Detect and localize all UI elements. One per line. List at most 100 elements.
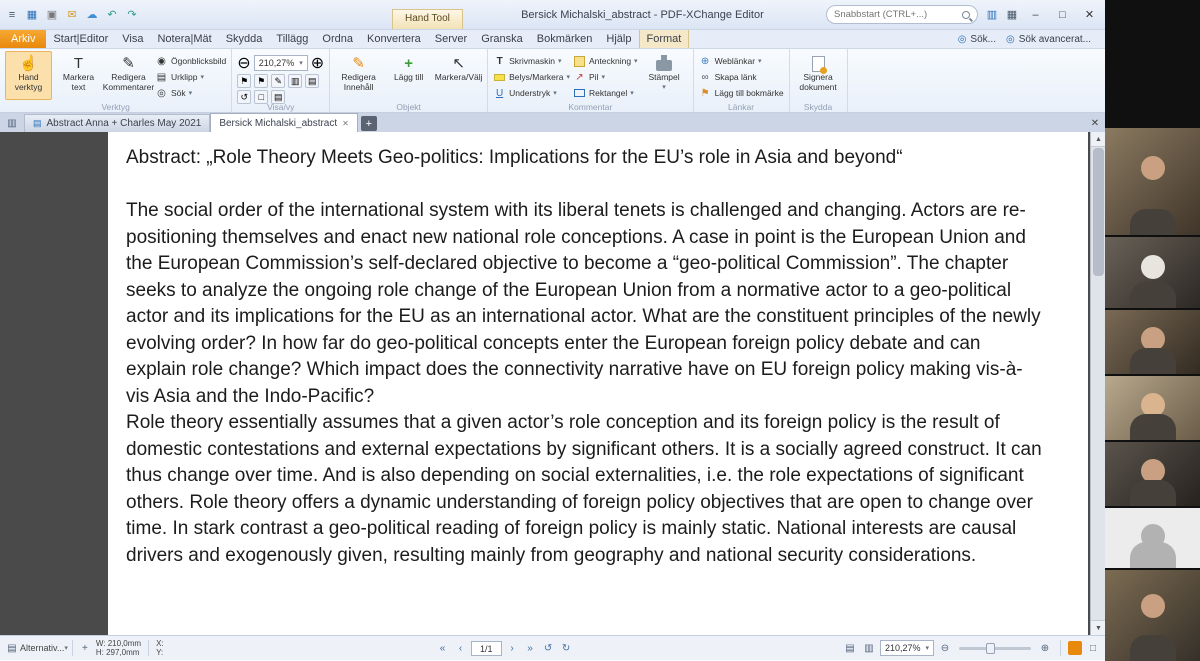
underline-button[interactable]: U Understryk ▾ [493, 86, 570, 100]
previous-view-button[interactable]: ↺ [541, 641, 556, 656]
menu-item-skydda[interactable]: Skydda [219, 30, 270, 48]
stamp-button[interactable]: Stämpel ▾ [641, 51, 688, 100]
last-page-button[interactable]: » [523, 641, 538, 656]
grid-icon[interactable]: ▦ [1003, 6, 1021, 24]
email-icon[interactable]: ✉ [63, 6, 81, 24]
close-button[interactable]: ✕ [1076, 4, 1103, 25]
menu-item-granska[interactable]: Granska [474, 30, 530, 48]
arrow-tool-button[interactable]: ↗ Pil ▾ [573, 70, 638, 84]
weblinks-button[interactable]: ⊕ Weblänkar ▾ [699, 54, 784, 68]
participant-avatar-placeholder[interactable] [1105, 508, 1200, 568]
menu-item-arkiv[interactable]: Arkiv [0, 30, 46, 48]
continuous-view-icon[interactable]: ▥ [861, 640, 877, 656]
zoom-slider-knob[interactable] [986, 643, 995, 654]
statusbar-zoom-combobox[interactable]: 210,27% ▾ [880, 640, 934, 656]
tabbar-close-icon[interactable]: ✕ [1085, 115, 1105, 131]
quickstart-searchbox[interactable] [826, 5, 978, 24]
menu-item-ordna[interactable]: Ordna [315, 30, 360, 48]
hand-tool-context-tab[interactable]: Hand Tool [392, 9, 463, 29]
document-tab-2[interactable]: Bersick Michalski_abstract ✕ [210, 113, 358, 132]
save-icon[interactable]: ▦ [23, 6, 41, 24]
hand-tool-button[interactable]: ☝ Hand verktyg [5, 51, 52, 100]
divider [148, 640, 149, 656]
scroll-down-icon[interactable]: ▼ [1091, 620, 1105, 635]
menu-item-format[interactable]: Format [639, 30, 690, 48]
search-button[interactable]: ◎ Sök... [958, 34, 996, 45]
page-height: H: 297,0mm [96, 648, 141, 657]
options-dropdown[interactable]: Alternativ... [20, 643, 64, 653]
participant-video-1[interactable] [1105, 128, 1200, 235]
attachment-icon[interactable]: ✎ [271, 74, 285, 88]
menu-icon[interactable]: ≡ [3, 6, 21, 24]
menu-item-konvertera[interactable]: Konvertera [360, 30, 428, 48]
previous-page-button[interactable]: ‹ [453, 641, 468, 656]
pages-icon[interactable]: ▤ [305, 74, 319, 88]
layers-icon[interactable]: ▥ [288, 74, 302, 88]
chevron-down-icon: ▾ [566, 73, 570, 81]
chevron-down-icon: ▾ [601, 73, 605, 81]
panes-toggle-icon[interactable]: ▥ [4, 116, 20, 131]
menu-item-start-editor[interactable]: Start|Editor [46, 30, 115, 48]
participant-video-4[interactable] [1105, 376, 1200, 440]
vertical-scrollbar[interactable]: ▲ ▼ [1090, 132, 1105, 635]
participant-video-3[interactable] [1105, 310, 1200, 374]
participant-video-5[interactable] [1105, 442, 1200, 506]
tab-close-icon[interactable]: ✕ [342, 119, 349, 128]
maximize-button[interactable]: □ [1049, 4, 1076, 25]
flag-icon[interactable]: ⚑ [237, 74, 251, 88]
menu-item-tillagg[interactable]: Tillägg [269, 30, 315, 48]
select-text-button[interactable]: T Markera text [55, 51, 102, 100]
zoom-out-icon[interactable]: ⊖ [237, 53, 250, 73]
zoom-in-icon[interactable]: ⊕ [1037, 640, 1053, 656]
menu-item-bokmarken[interactable]: Bokmärken [530, 30, 600, 48]
pdf-xchange-window: ≡ ▦ ▣ ✉ ☁ ↶ ↷ Hand Tool Bersick Michalsk… [0, 0, 1105, 661]
bookmark-icon[interactable]: ⚑ [254, 74, 268, 88]
quickstart-search-input[interactable] [834, 9, 962, 20]
clipboard-button[interactable]: ▤ Urklipp ▾ [155, 70, 226, 84]
advanced-search-button[interactable]: ◎ Sök avancerat... [1006, 34, 1091, 45]
edit-comments-button[interactable]: ✎ Redigera Kommentarer [105, 51, 152, 100]
redo-icon[interactable]: ↷ [123, 6, 141, 24]
print-icon[interactable]: ▣ [43, 6, 61, 24]
snapshot-button[interactable]: ◉ Ögonblicksbild [155, 54, 226, 68]
typewriter-button[interactable]: T Skrivmaskin ▾ [493, 54, 570, 68]
menu-item-notera-mat[interactable]: Notera|Mät [150, 30, 218, 48]
rectangle-tool-button[interactable]: Rektangel ▾ [573, 86, 638, 100]
menu-item-hjalp[interactable]: Hjälp [599, 30, 638, 48]
minimize-button[interactable]: – [1022, 4, 1049, 25]
undo-icon[interactable]: ↶ [103, 6, 121, 24]
page-number-box[interactable]: 1/1 [471, 641, 502, 656]
search-tool-button[interactable]: ◎ Sök ▾ [155, 86, 226, 100]
edit-content-button[interactable]: ✎ Redigera Innehåll [335, 51, 382, 100]
zoom-slider[interactable] [959, 647, 1031, 650]
sticky-note-button[interactable]: Anteckning ▾ [573, 54, 638, 68]
next-view-button[interactable]: ↻ [559, 641, 574, 656]
scroll-up-icon[interactable]: ▲ [1091, 132, 1105, 147]
sign-document-button[interactable]: Signera dokument [795, 51, 842, 100]
zoom-out-icon[interactable]: ⊖ [937, 640, 953, 656]
abstract-title: Abstract: „Role Theory Meets Geo-politic… [126, 145, 1044, 172]
create-link-button[interactable]: ∞ Skapa länk [699, 70, 784, 84]
menu-item-visa[interactable]: Visa [115, 30, 150, 48]
add-bookmark-button[interactable]: ⚑ Lägg till bokmärke [699, 86, 784, 100]
single-page-view-icon[interactable]: ▤ [842, 640, 858, 656]
new-tab-button[interactable]: + [361, 116, 377, 131]
fullscreen-icon[interactable]: □ [1085, 640, 1101, 656]
certificate-icon [812, 54, 825, 73]
participant-video-7[interactable] [1105, 570, 1200, 661]
scrollbar-thumb[interactable] [1093, 148, 1104, 276]
highlight-button[interactable]: Belys/Markera ▾ [493, 70, 570, 84]
participant-video-2[interactable] [1105, 237, 1200, 308]
select-object-button[interactable]: ↖ Markera/Välj [435, 51, 482, 100]
settings-icon[interactable]: ▥ [983, 6, 1001, 24]
document-tab-1[interactable]: ▤ Abstract Anna + Charles May 2021 [24, 114, 210, 132]
cursor-x: X: [156, 639, 164, 648]
menu-item-server[interactable]: Server [428, 30, 474, 48]
add-content-button[interactable]: + Lägg till [385, 51, 432, 100]
first-page-button[interactable]: « [435, 641, 450, 656]
next-page-button[interactable]: › [505, 641, 520, 656]
zoom-in-icon[interactable]: ⊕ [311, 53, 324, 73]
binoculars-icon: ◎ [958, 34, 967, 45]
zoom-combobox[interactable]: 210,27% ▾ [254, 55, 308, 71]
cloud-icon[interactable]: ☁ [83, 6, 101, 24]
